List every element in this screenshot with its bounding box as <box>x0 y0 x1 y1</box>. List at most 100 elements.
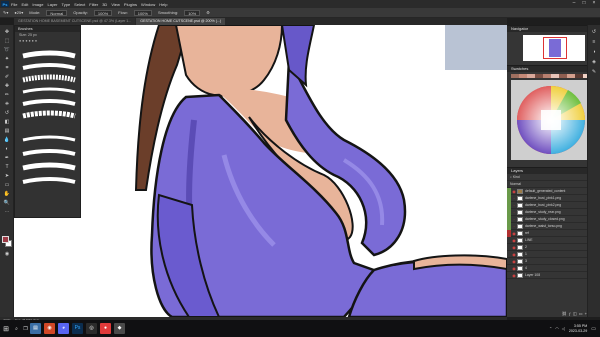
lasso-tool-icon[interactable]: ➰ <box>3 47 11 53</box>
dodge-tool-icon[interactable]: ◐ <box>3 146 11 152</box>
quick-select-tool-icon[interactable]: ✦ <box>3 56 11 62</box>
windows-taskbar: ⊞ ⌕ ❐ ▤ ◉ ◕ Ps ◎ ● ◆ <box>0 320 600 337</box>
layers-kind-select[interactable]: Kind <box>513 175 520 179</box>
layer-thumbnail <box>517 237 523 243</box>
brush-stroke-7[interactable] <box>22 135 76 142</box>
menu-window[interactable]: Window <box>141 2 155 7</box>
smoothing-label: Smoothing: <box>157 10 179 15</box>
app-icon-5[interactable]: ◎ <box>86 323 97 334</box>
layer-thumbnail <box>517 195 523 201</box>
channels-panel-icon[interactable]: ◈ <box>588 59 600 65</box>
app-icon-7[interactable]: ◆ <box>114 323 125 334</box>
photoshop-logo-icon[interactable]: Ps <box>1 1 9 7</box>
network-icon[interactable]: ◠ <box>555 326 559 331</box>
brush-size-picker[interactable]: ●25▾ <box>14 10 23 15</box>
marquee-tool-icon[interactable]: ⬚ <box>3 38 11 44</box>
brush-stroke-9[interactable] <box>22 162 76 171</box>
flow-label: Flow: <box>118 10 128 15</box>
brush-stroke-4[interactable] <box>22 87 76 94</box>
brush-stroke-1[interactable] <box>22 50 76 59</box>
type-tool-icon[interactable]: T <box>3 164 11 170</box>
brush-stroke-8[interactable] <box>22 149 76 156</box>
brush-stroke-2[interactable] <box>22 63 76 70</box>
brush-stroke-3[interactable] <box>22 74 76 83</box>
stamp-tool-icon[interactable]: ⎈ <box>3 101 11 107</box>
adjustments-panel-icon[interactable]: ◑ <box>588 49 600 55</box>
photoshop-taskbar-icon[interactable]: Ps <box>72 323 83 334</box>
navigator-view-box[interactable] <box>542 37 567 59</box>
tab-basement-cutscene[interactable]: GESTATION HOME BASEMENT CUTSCENE.psd @ 4… <box>14 18 136 25</box>
document-canvas[interactable] <box>14 25 507 317</box>
menu-image[interactable]: Image <box>32 2 43 7</box>
layer-name: default_generated_content <box>525 189 566 193</box>
brush-stroke-10[interactable] <box>22 177 76 184</box>
search-icon[interactable]: ⌕ <box>12 326 21 332</box>
layer-name: 1 <box>525 252 527 256</box>
layer-thumbnail <box>517 202 523 208</box>
blur-tool-icon[interactable]: 💧 <box>3 137 11 143</box>
color-wheel[interactable] <box>511 80 591 160</box>
maximize-icon[interactable]: □ <box>579 0 589 6</box>
menu-view[interactable]: View <box>111 2 120 7</box>
history-panel-icon[interactable]: ↺ <box>588 29 600 35</box>
menu-edit[interactable]: Edit <box>21 2 28 7</box>
layers-blend-select[interactable]: Normal <box>510 182 521 186</box>
opacity-label: Opacity: <box>73 10 88 15</box>
task-view-icon[interactable]: ❐ <box>21 326 30 332</box>
discord-icon[interactable]: ◕ <box>58 323 69 334</box>
eyedropper-tool-icon[interactable]: ✐ <box>3 74 11 80</box>
opacity-field[interactable]: 100% <box>93 9 113 16</box>
zoom-tool-icon[interactable]: 🔍 <box>3 200 11 206</box>
path-select-tool-icon[interactable]: ➤ <box>3 173 11 179</box>
move-tool-icon[interactable]: ✥ <box>3 29 11 35</box>
menu-file[interactable]: File <box>11 2 17 7</box>
mode-select[interactable]: Normal <box>46 9 68 16</box>
close-icon[interactable]: × <box>589 0 599 6</box>
tab-home-cutscene[interactable]: GESTATION HOME CUTSCENE.psd @ 200% (...) <box>136 18 226 25</box>
system-tray: ⌃ ◠ ◁ 3:55 PM 2023-03-29 ▭ <box>549 321 596 336</box>
menu-plugins[interactable]: Plugins <box>124 2 137 7</box>
menu-type[interactable]: Type <box>62 2 71 7</box>
menu-layer[interactable]: Layer <box>47 2 57 7</box>
history-brush-tool-icon[interactable]: ↺ <box>3 110 11 116</box>
minimize-icon[interactable]: – <box>569 0 579 6</box>
menu-help[interactable]: Help <box>159 2 167 7</box>
link-layers-icon[interactable]: ⛓ <box>562 311 569 316</box>
brush-tool-icon[interactable]: ✏ <box>3 92 11 98</box>
brush-stroke-6[interactable] <box>22 110 76 119</box>
app-icon-6[interactable]: ● <box>100 323 111 334</box>
shape-tool-icon[interactable]: ▭ <box>3 182 11 188</box>
pen-tool-icon[interactable]: ✒ <box>3 155 11 161</box>
notifications-icon[interactable]: ▭ <box>591 326 596 332</box>
options-bar: ✎▾ ●25▾ Mode: Normal Opacity: 100% Flow:… <box>0 8 600 18</box>
volume-icon[interactable]: ◁ <box>562 326 565 331</box>
more-tools-icon[interactable]: ⋯ <box>3 209 11 215</box>
menu-3d[interactable]: 3D <box>102 2 107 7</box>
properties-panel-icon[interactable]: ≡ <box>588 39 600 45</box>
paths-panel-icon[interactable]: ✎ <box>588 69 600 75</box>
smoothing-field[interactable]: 10% <box>184 9 201 16</box>
swatch-strip[interactable] <box>511 74 591 78</box>
windows-start-icon[interactable]: ⊞ <box>0 325 12 333</box>
healing-tool-icon[interactable]: ✚ <box>3 83 11 89</box>
brush-stroke-5[interactable] <box>22 99 76 106</box>
taskbar-clock[interactable]: 3:55 PM 2023-03-29 <box>569 324 587 334</box>
quick-mask-icon[interactable]: ◉ <box>3 251 11 257</box>
layer-thumbnail <box>517 223 523 229</box>
brush-tool-preset-icon[interactable]: ✎▾ <box>3 10 8 15</box>
foreground-color-swatch[interactable] <box>2 236 9 243</box>
brushes-panel: Brushes Size: 25 px ● ● ● ● ● ● <box>14 25 81 218</box>
browser-icon[interactable]: ◉ <box>44 323 55 334</box>
navigator-thumbnail[interactable] <box>522 35 585 61</box>
clock-date: 2023-03-29 <box>568 328 588 333</box>
eraser-tool-icon[interactable]: ◧ <box>3 119 11 125</box>
settings-gear-icon[interactable]: ⚙ <box>206 10 210 15</box>
hand-tool-icon[interactable]: ✋ <box>3 191 11 197</box>
flow-field[interactable]: 100% <box>133 9 152 16</box>
file-explorer-icon[interactable]: ▤ <box>30 323 41 334</box>
menu-select[interactable]: Select <box>74 2 85 7</box>
crop-tool-icon[interactable]: ⌗ <box>3 65 11 71</box>
gradient-tool-icon[interactable]: ▤ <box>3 128 11 134</box>
menu-filter[interactable]: Filter <box>89 2 98 7</box>
tray-chevron-icon[interactable]: ⌃ <box>549 326 552 331</box>
